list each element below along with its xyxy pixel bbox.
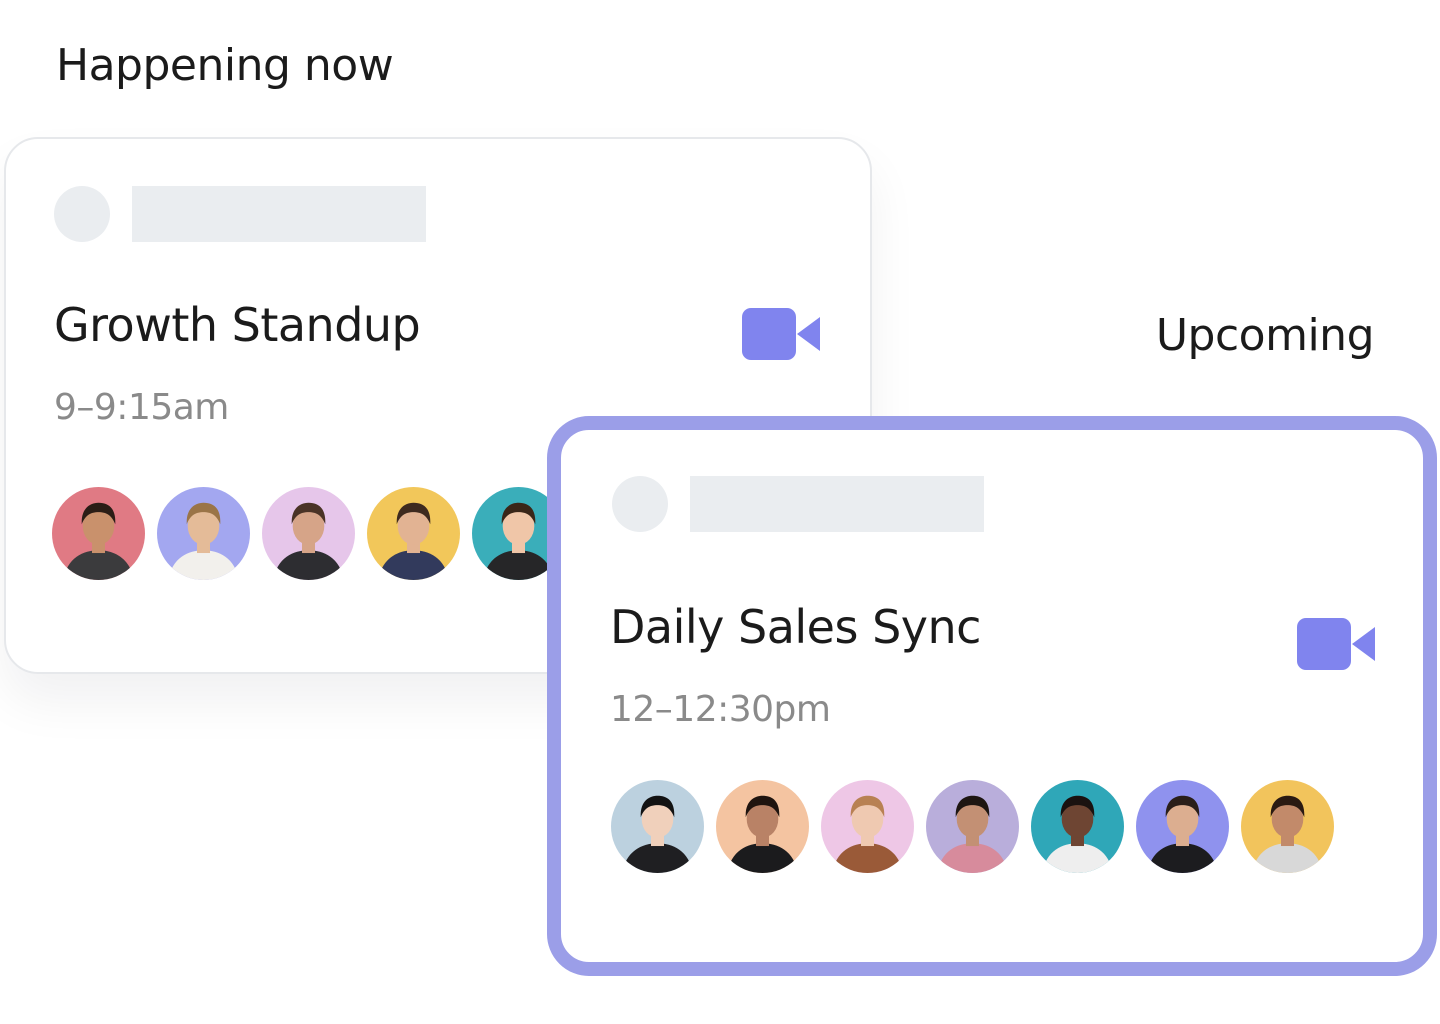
skeleton-avatar-placeholder [612,476,668,532]
skeleton-text-placeholder [132,186,426,242]
avatar [52,487,145,580]
avatar [821,780,914,873]
skeleton-avatar-placeholder [54,186,110,242]
attendee-avatars [611,780,1334,873]
video-camera-icon[interactable] [742,308,820,360]
avatar [1136,780,1229,873]
event-title: Growth Standup [54,298,421,352]
avatar [157,487,250,580]
event-title: Daily Sales Sync [610,600,981,654]
meetings-panel: Happening now Upcoming Growth Standup 9–… [0,0,1440,1024]
avatar [926,780,1019,873]
event-time: 9–9:15am [54,387,229,428]
attendee-avatars [52,487,565,580]
happening-now-heading: Happening now [56,40,394,91]
avatar [1241,780,1334,873]
avatar [1031,780,1124,873]
upcoming-heading: Upcoming [1155,310,1375,361]
avatar [716,780,809,873]
avatar [367,487,460,580]
event-time: 12–12:30pm [610,689,831,730]
skeleton-text-placeholder [690,476,984,532]
event-card-daily-sales-sync[interactable]: Daily Sales Sync 12–12:30pm [547,416,1437,976]
avatar [611,780,704,873]
video-camera-icon[interactable] [1297,618,1375,670]
avatar [262,487,355,580]
